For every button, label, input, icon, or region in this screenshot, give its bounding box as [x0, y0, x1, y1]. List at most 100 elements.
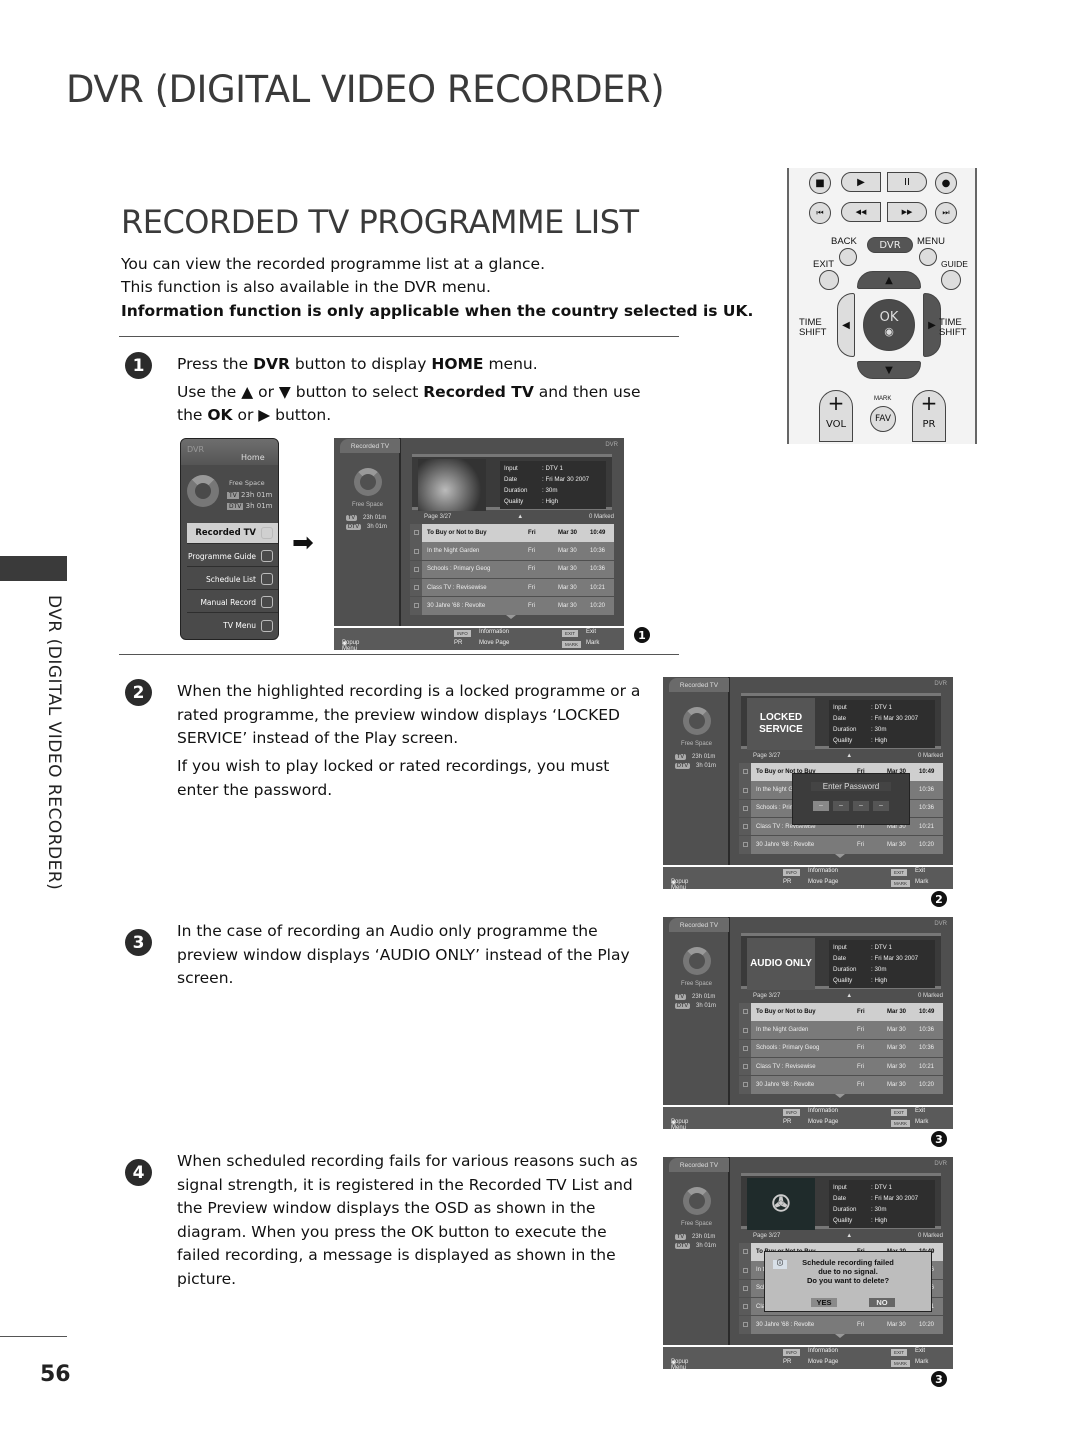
scroll-down-icon[interactable] [835, 1094, 845, 1098]
row-checkbox[interactable] [739, 817, 751, 836]
row-checkbox[interactable] [410, 542, 422, 560]
marked-count: 0 Marked [917, 753, 943, 759]
volume-button[interactable]: + VOL [819, 390, 853, 442]
row-checkbox[interactable] [410, 524, 422, 542]
record-button[interactable]: ● [935, 172, 957, 194]
recording-row[interactable]: Class TV : Revisewise Fri Mar 30 10:21 [739, 1057, 943, 1076]
pin-digit[interactable]: – [853, 801, 869, 811]
guide-button[interactable] [941, 270, 961, 290]
info-row: Quality: High [833, 977, 888, 984]
scroll-down-icon[interactable] [506, 615, 516, 619]
recording-row[interactable]: 30 Jahre '68 : Revolte Fri Mar 30 10:20 [410, 597, 614, 615]
row-checkbox[interactable] [739, 1297, 751, 1316]
pause-button[interactable]: II [887, 172, 927, 192]
info-key: INFO [783, 869, 800, 876]
pr-key: PR [783, 879, 792, 885]
menu-item-recorded-tv[interactable]: Recorded TV [187, 523, 278, 544]
recording-row[interactable]: To Buy or Not to Buy Fri Mar 30 10:49 [410, 524, 614, 542]
menu-button[interactable] [919, 248, 937, 266]
page-bar: Page 3/27 ▲ 0 Marked [753, 753, 943, 759]
scroll-up-icon[interactable]: ▲ [846, 753, 852, 759]
step-2-text-1: When the highlighted recording is a lock… [177, 682, 641, 747]
row-checkbox[interactable] [739, 799, 751, 818]
row-checkbox[interactable] [739, 1021, 751, 1039]
row-checkbox[interactable] [410, 560, 422, 579]
scroll-down-icon[interactable] [835, 1334, 845, 1338]
row-checkbox[interactable] [739, 836, 751, 854]
ok-label: OK [879, 310, 899, 325]
pin-digit[interactable]: – [833, 801, 849, 811]
ok-button[interactable]: OK ◉ [863, 299, 915, 351]
screen-footer: ◉ Popup Menu INFO Information PR Move Pa… [334, 628, 624, 652]
dtv-badge: DTV [675, 1243, 690, 1249]
side-section-label: DVR (DIGITAL VIDEO RECORDER) [44, 595, 64, 891]
row-checkbox[interactable] [410, 578, 422, 597]
home-title: Home [241, 453, 265, 462]
back-button[interactable] [839, 248, 857, 266]
fav-button[interactable]: FAV [870, 406, 896, 432]
info-row: Quality: High [833, 1217, 888, 1224]
recording-row[interactable]: Schools : Primary Geog Fri Mar 30 10:36 [739, 1039, 943, 1058]
down-arrow-button[interactable]: ▼ [857, 361, 921, 379]
dtv-time: 3h 01m [696, 1243, 717, 1249]
recording-row[interactable]: In the Night Garden Fri Mar 30 10:36 [410, 542, 614, 560]
menu-item-programme-guide[interactable]: Programme Guide [187, 546, 278, 567]
screen-footer: ◉ Popup Menu INFO Information PR Move Pa… [663, 867, 953, 891]
scroll-down-icon[interactable] [835, 854, 845, 858]
row-checkbox[interactable] [739, 1076, 751, 1094]
footer-rule [0, 1336, 67, 1337]
row-checkbox[interactable] [739, 1316, 751, 1334]
play-button[interactable]: ▶ [841, 172, 881, 192]
mark-hint: Mark [586, 640, 600, 646]
tv-badge: TV [675, 1234, 687, 1240]
no-button[interactable]: NO [869, 1298, 895, 1307]
menu-item-schedule-list[interactable]: Schedule List [187, 569, 278, 590]
row-checkbox[interactable] [739, 781, 751, 799]
divider [119, 336, 679, 337]
menu-item-manual-record[interactable]: Manual Record [187, 592, 278, 613]
up-arrow-button[interactable]: ▲ [857, 271, 921, 289]
recording-row[interactable]: 30 Jahre '68 : Revolte Fri Mar 30 10:20 [739, 1316, 943, 1334]
row-checkbox[interactable] [739, 763, 751, 781]
scroll-up-icon[interactable]: ▲ [846, 1233, 852, 1239]
row-checkbox[interactable] [410, 597, 422, 615]
recording-row[interactable]: Class TV : Revisewise Fri Mar 30 10:21 [410, 578, 614, 597]
step-4-text: When scheduled recording fails for vario… [177, 1152, 638, 1288]
menu-item-tv-menu[interactable]: TV Menu [187, 615, 278, 636]
row-checkbox[interactable] [739, 1243, 751, 1261]
tv-badge: TV [346, 515, 358, 521]
recording-row[interactable]: 30 Jahre '68 : Revolte Fri Mar 30 10:20 [739, 1076, 943, 1094]
left-arrow-button[interactable]: ◀ [837, 293, 855, 357]
row-checkbox[interactable] [739, 1039, 751, 1058]
scroll-up-icon[interactable]: ▲ [517, 514, 523, 520]
info-hint: Information [808, 1348, 839, 1354]
info-row: Input: DTV 1 [833, 704, 892, 711]
password-title: Enter Password [811, 782, 891, 791]
skip-forward-button[interactable]: ⏭ [935, 202, 957, 224]
recording-row[interactable]: In the Night Garden Fri Mar 30 10:36 [739, 1021, 943, 1039]
row-checkbox[interactable] [739, 1003, 751, 1021]
recording-row[interactable]: 30 Jahre '68 : Revolte Fri Mar 30 10:20 [739, 836, 943, 854]
stop-button[interactable]: ■ [809, 172, 831, 194]
skip-back-button[interactable]: ⏮ [809, 202, 831, 224]
fast-forward-button[interactable]: ▶▶ [887, 202, 927, 222]
exit-hint: Exit [915, 1108, 926, 1114]
dvr-button[interactable]: DVR [867, 237, 913, 253]
recording-row[interactable]: To Buy or Not to Buy Fri Mar 30 10:49 [739, 1003, 943, 1021]
pin-digit[interactable]: – [873, 801, 889, 811]
row-checkbox[interactable] [739, 1261, 751, 1279]
tv-time: 23h 01m [363, 515, 387, 521]
exit-key: EXIT [891, 1349, 908, 1356]
row-checkbox[interactable] [739, 1279, 751, 1298]
programme-button[interactable]: + PR [912, 390, 946, 442]
exit-button[interactable] [819, 270, 839, 290]
exit-key: EXIT [562, 630, 579, 637]
row-checkbox[interactable] [739, 1057, 751, 1076]
rewind-button[interactable]: ◀◀ [841, 202, 881, 222]
scroll-up-icon[interactable]: ▲ [846, 993, 852, 999]
info-row: Date: Fri Mar 30 2007 [504, 476, 590, 483]
film-reel-icon [261, 527, 273, 539]
pin-digit[interactable]: – [813, 801, 829, 811]
recording-row[interactable]: Schools : Primary Geog Fri Mar 30 10:36 [410, 560, 614, 579]
yes-button[interactable]: YES [811, 1298, 837, 1307]
